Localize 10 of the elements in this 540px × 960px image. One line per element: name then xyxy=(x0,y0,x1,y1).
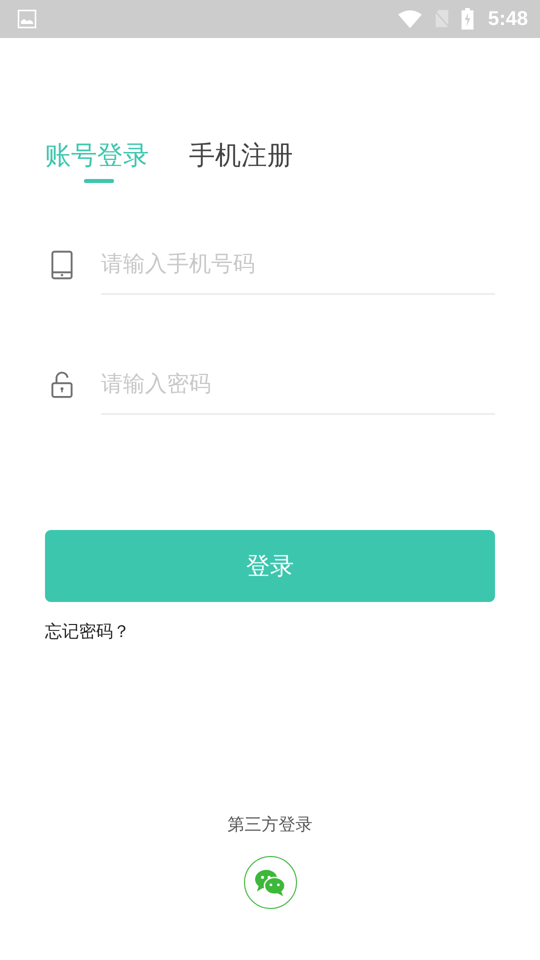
tab[interactable]: 手机注册 xyxy=(189,139,293,183)
wifi-icon xyxy=(396,9,423,29)
chat-bubbles-icon xyxy=(253,868,287,896)
battery-icon xyxy=(460,8,474,30)
chat-login-button[interactable] xyxy=(244,856,296,909)
image-icon xyxy=(17,9,37,29)
unlock-icon xyxy=(51,371,73,399)
third-party-login-label: 第三方登录 xyxy=(228,814,312,836)
forgot-password-link[interactable]: 忘记密码？ xyxy=(45,622,130,642)
phone-icon xyxy=(51,250,73,280)
